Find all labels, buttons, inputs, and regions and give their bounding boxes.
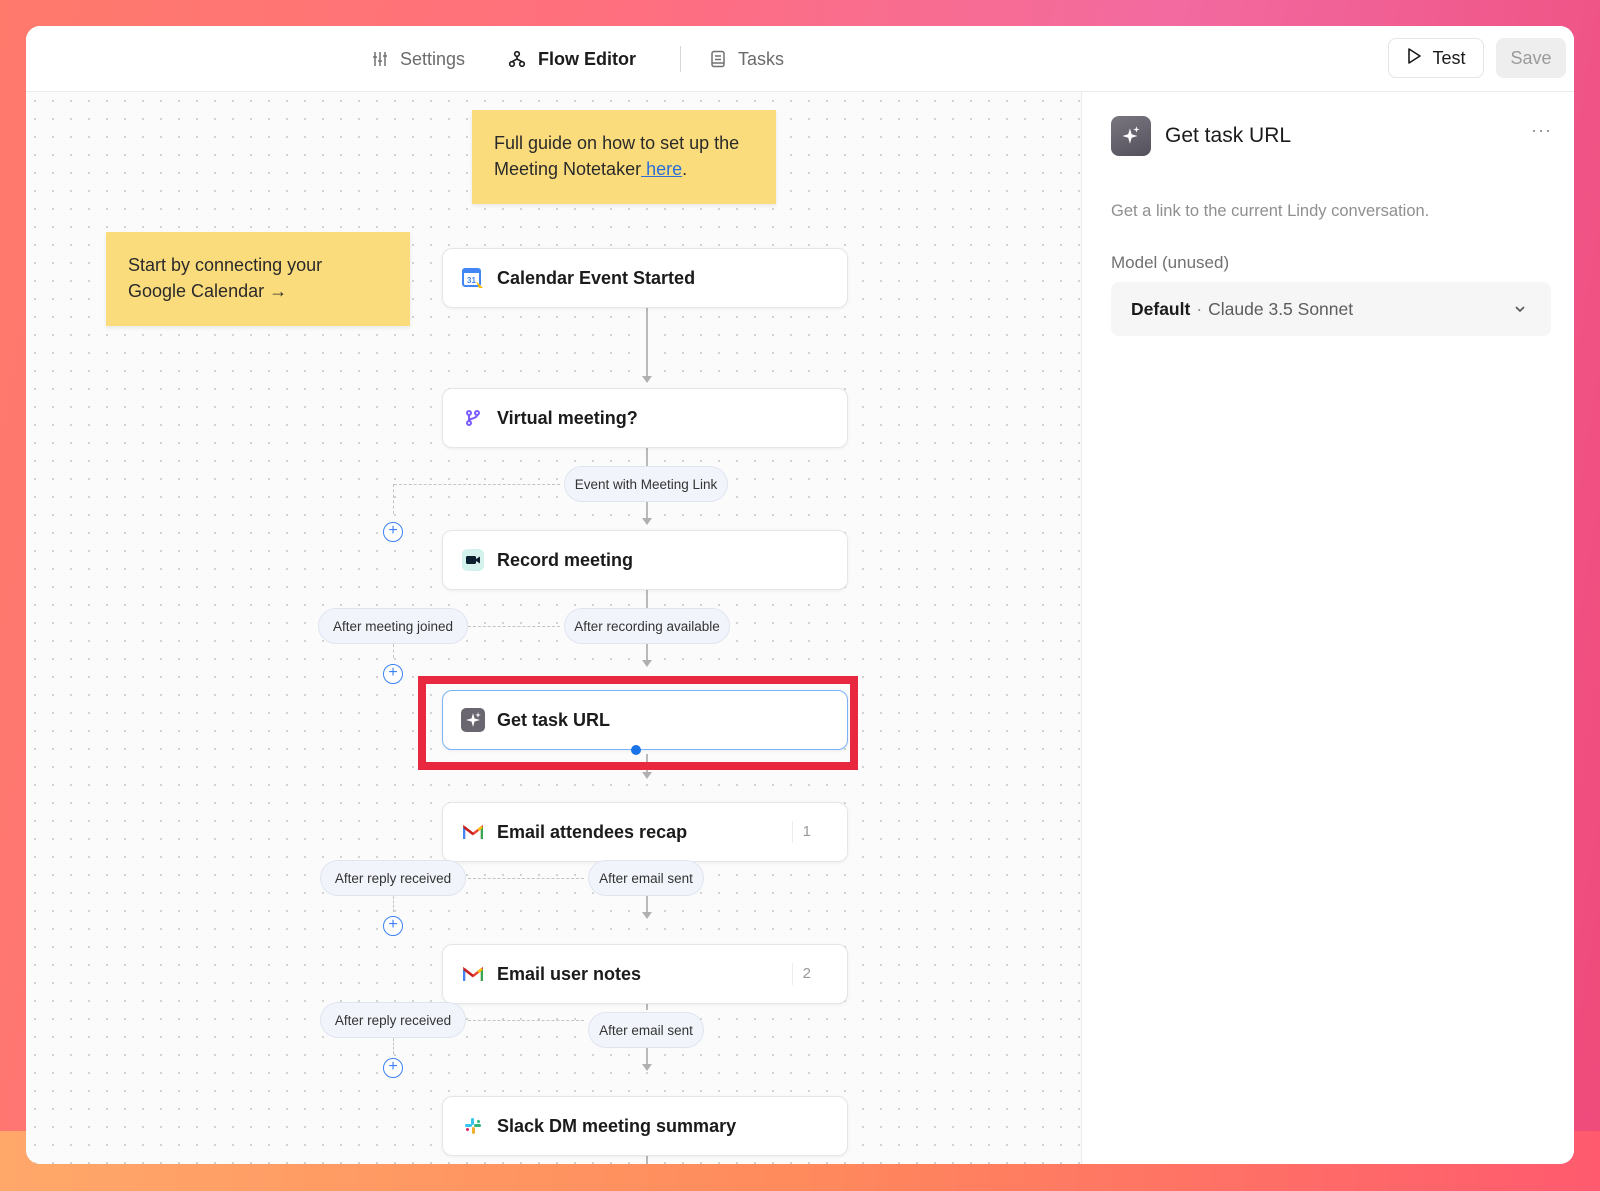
branch-icon xyxy=(461,406,485,430)
sparkle-icon xyxy=(1111,116,1151,156)
calendar-note-line1: Start by connecting your xyxy=(128,255,323,275)
node-calendar-event-started[interactable]: 31 Calendar Event Started xyxy=(442,248,848,308)
chevron-down-icon xyxy=(1513,300,1527,321)
flow-icon xyxy=(508,50,526,68)
tab-divider xyxy=(680,46,681,72)
node-virtual-meeting[interactable]: Virtual meeting? xyxy=(442,388,848,448)
tab-tasks[interactable]: Tasks xyxy=(710,44,784,74)
gmail-icon xyxy=(461,962,485,986)
node-email-user-notes[interactable]: Email user notes 2 xyxy=(442,944,848,1004)
model-default-label: Default xyxy=(1131,298,1191,319)
condition-pill[interactable]: After reply received xyxy=(320,860,466,896)
save-button[interactable]: Save xyxy=(1496,38,1566,78)
node-label: Slack DM meeting summary xyxy=(497,1115,737,1136)
branch-dashed-line xyxy=(468,878,584,879)
panel-description: Get a link to the current Lindy conversa… xyxy=(1111,202,1430,220)
calendar-note[interactable]: Start by connecting your Google Calendar… xyxy=(106,232,410,326)
model-label: Model (unused) xyxy=(1111,253,1230,272)
app-window: Settings Flow Editor Tasks Test Save Ful… xyxy=(26,26,1574,1164)
calendar-note-line2: Google Calendar → xyxy=(128,281,288,301)
step-count-badge: 2 xyxy=(791,963,811,985)
model-select[interactable]: Default · Claude 3.5 Sonnet xyxy=(1111,282,1551,336)
tab-label: Settings xyxy=(400,48,466,69)
branch-dashed-line xyxy=(393,896,394,912)
connector-arrow xyxy=(642,772,652,779)
connection-handle[interactable] xyxy=(631,745,641,755)
tab-label: Tasks xyxy=(738,48,785,69)
step-details-panel: Get task URL ··· Get a link to the curre… xyxy=(1083,92,1574,1164)
add-step-button[interactable]: + xyxy=(383,916,403,936)
step-count-badge: 1 xyxy=(791,821,811,843)
document-icon xyxy=(710,50,726,68)
add-step-button[interactable]: + xyxy=(383,522,403,542)
tab-label: Flow Editor xyxy=(538,48,636,69)
condition-pill[interactable]: After reply received xyxy=(320,1002,466,1038)
branch-dashed-line xyxy=(468,626,560,627)
condition-pill[interactable]: Event with Meeting Link xyxy=(564,466,728,502)
branch-dashed-line xyxy=(393,644,394,658)
top-bar: Settings Flow Editor Tasks Test Save xyxy=(26,26,1574,92)
condition-pill[interactable]: After email sent xyxy=(588,860,704,896)
sliders-icon xyxy=(372,51,388,67)
node-label: Calendar Event Started xyxy=(497,267,696,288)
branch-dashed-line xyxy=(468,1020,584,1021)
node-label: Email user notes xyxy=(497,963,642,984)
google-calendar-icon: 31 xyxy=(461,266,485,290)
condition-pill[interactable]: After recording available xyxy=(564,608,730,644)
tab-settings[interactable]: Settings xyxy=(372,44,465,74)
guide-link[interactable]: here xyxy=(641,159,682,179)
connector-arrow xyxy=(642,660,652,667)
branch-dashed-line xyxy=(393,484,394,514)
selection-highlight xyxy=(418,676,858,770)
model-name: Claude 3.5 Sonnet xyxy=(1208,298,1354,319)
guide-note: Full guide on how to set up the Meeting … xyxy=(472,110,776,204)
node-email-attendees-recap[interactable]: Email attendees recap 1 xyxy=(442,802,848,862)
test-button[interactable]: Test xyxy=(1388,38,1484,78)
branch-dashed-line xyxy=(393,1038,394,1054)
connector-arrow xyxy=(642,376,652,383)
node-record-meeting[interactable]: Record meeting xyxy=(442,530,848,590)
video-camera-icon xyxy=(461,548,485,572)
slack-icon xyxy=(461,1114,485,1138)
panel-title: Get task URL xyxy=(1165,124,1292,147)
tab-flow-editor[interactable]: Flow Editor xyxy=(508,44,636,74)
connector-line xyxy=(646,590,648,608)
connector-line xyxy=(646,894,648,914)
add-step-button[interactable]: + xyxy=(383,664,403,684)
node-label: Email attendees recap xyxy=(497,821,688,842)
flow-canvas[interactable]: Full guide on how to set up the Meeting … xyxy=(26,92,1082,1164)
condition-pill[interactable]: After email sent xyxy=(588,1012,704,1048)
node-slack-dm-summary[interactable]: Slack DM meeting summary xyxy=(442,1096,848,1156)
guide-text: Full guide on how to set up the Meeting … xyxy=(494,133,740,179)
node-label: Record meeting xyxy=(497,549,634,570)
node-label: Virtual meeting? xyxy=(497,407,638,428)
connector-arrow xyxy=(642,912,652,919)
more-options-button[interactable]: ··· xyxy=(1531,120,1552,141)
condition-pill[interactable]: After meeting joined xyxy=(318,608,468,644)
connector-arrow xyxy=(642,1064,652,1071)
guide-period: . xyxy=(682,159,688,179)
connector-line xyxy=(646,448,648,466)
gmail-icon xyxy=(461,820,485,844)
model-separator: · xyxy=(1196,298,1203,319)
add-step-button[interactable]: + xyxy=(383,1058,403,1078)
connector-arrow xyxy=(642,518,652,525)
connector-line xyxy=(646,308,648,382)
svg-text:31: 31 xyxy=(467,276,476,285)
play-icon xyxy=(1406,47,1422,70)
test-label: Test xyxy=(1432,47,1466,68)
branch-dashed-line xyxy=(394,484,560,485)
